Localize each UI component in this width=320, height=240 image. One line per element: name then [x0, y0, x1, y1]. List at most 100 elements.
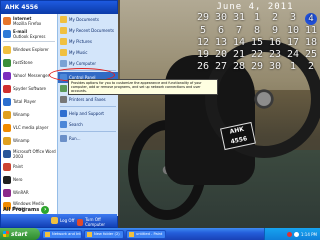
all-programs-button[interactable]: All Programs › — [3, 206, 50, 214]
place-item-label: Help and Support — [69, 111, 104, 116]
recent-program-item[interactable]: Winamp — [1, 134, 57, 147]
calendar-day: 31 — [232, 12, 246, 23]
calendar-day: 5 — [199, 25, 207, 36]
calendar-day: 4 — [305, 13, 317, 25]
pinned-item[interactable]: E-mail Outlook Express — [1, 27, 57, 40]
recent-program-item[interactable]: WinRAR — [1, 186, 57, 199]
calendar-gadget: June 4, 2011 29 30 31 1 2 3 4 5 6 7 8 9 10 11 12 13 14 15… — [190, 2, 320, 72]
pinned-item[interactable]: Internet Mozilla Firefox — [1, 14, 57, 27]
nero-icon — [3, 175, 11, 184]
windows-logo-icon — [3, 231, 9, 237]
recent-program-item[interactable]: Paint — [1, 160, 57, 173]
place-item-label: Printers and Faxes — [69, 97, 106, 102]
recent-program-item[interactable]: Total Player — [1, 95, 57, 108]
taskbar-button-label: Network and Internet... — [52, 232, 81, 236]
start-menu-footer: Log Off Turn Off Computer — [1, 214, 117, 227]
recent-program-label: Winamp — [13, 138, 30, 143]
calendar-day: 11 — [304, 25, 318, 36]
log-off-button[interactable]: Log Off — [51, 217, 74, 224]
run-icon — [60, 135, 67, 142]
calendar-day: 13 — [214, 37, 228, 48]
calendar-day: 25 — [304, 49, 318, 60]
control-panel-tooltip: Provides options for you to customize th… — [68, 79, 218, 95]
place-item-label: My Computer — [69, 61, 96, 66]
turn-off-button[interactable]: Turn Off Computer — [77, 217, 117, 227]
calendar-day: 1 — [253, 12, 261, 23]
recent-program-label: Winamp — [13, 112, 30, 117]
recent-program-item[interactable]: Windows Explorer — [1, 43, 57, 56]
place-item[interactable]: My Music — [58, 47, 118, 58]
place-item[interactable]: Help and Support — [58, 108, 118, 119]
pinned-item-label: Internet Mozilla Firefox — [13, 16, 41, 26]
taskbar: start Network and Internet... New folder … — [0, 228, 320, 240]
recent-programs: Windows Explorer FastStone Yahoo! Messenge… — [1, 43, 57, 212]
word-icon — [3, 149, 11, 158]
pinned-programs: Internet Mozilla Firefox E-mail Outlook Exp… — [1, 14, 57, 40]
taskbar-button-label: untitled - Paint — [136, 232, 163, 236]
place-item[interactable]: My Pictures — [58, 36, 118, 47]
recent-program-label: Yahoo! Messenger — [13, 73, 50, 78]
place-item-label: Run... — [69, 136, 81, 141]
place-item[interactable]: Search — [58, 119, 118, 130]
start-menu-header: AHK 4556 — [1, 1, 117, 14]
place-item-label: My Pictures — [69, 39, 92, 44]
task-list: Network and Internet... New folder (2) unt… — [40, 229, 166, 239]
recent-program-label: Windows Explorer — [13, 47, 49, 52]
calendar-day: 30 — [268, 61, 282, 72]
start-label: start — [11, 230, 28, 238]
place-item-label: Search — [69, 122, 83, 127]
pinned-item-subtitle: Outlook Express — [13, 33, 46, 39]
clock: 1:14 PM — [300, 231, 317, 237]
calendar-day: 3 — [289, 12, 297, 23]
recent-program-label: Nero — [13, 177, 23, 182]
log-off-label: Log Off — [60, 218, 75, 223]
calendar-day: 20 — [214, 49, 228, 60]
window-icon — [87, 231, 92, 237]
recent-program-label: Total Player — [13, 99, 37, 104]
paint-icon — [3, 162, 11, 171]
calendar-day: 18 — [304, 37, 318, 48]
folder-icon — [60, 49, 67, 56]
defaults-icon — [60, 85, 67, 92]
calendar-grid: 29 30 31 1 2 3 4 5 6 7 8 9 10 11 12 13 14 15 16 17 18 19 20 21 2… — [194, 13, 320, 73]
taskbar-button[interactable]: Network and Internet... — [42, 229, 82, 239]
calendar-day: 12 — [196, 37, 210, 48]
pinned-item-subtitle: Mozilla Firefox — [13, 20, 42, 26]
place-item-label: My Music — [69, 50, 88, 55]
recent-program-item[interactable]: Winamp — [1, 108, 57, 121]
recent-program-item[interactable]: Microsoft Office Word 2003 — [1, 147, 57, 160]
messenger-icon — [3, 71, 11, 80]
place-item[interactable]: My Recent Documents — [58, 25, 118, 36]
place-item[interactable]: Printers and Faxes — [58, 94, 118, 105]
recent-program-item[interactable]: FastStone — [1, 56, 57, 69]
calendar-day: 28 — [232, 61, 246, 72]
calendar-day: 8 — [253, 25, 261, 36]
recent-program-item[interactable]: Spyder Software — [1, 82, 57, 95]
calendar-day: 10 — [286, 25, 300, 36]
pinned-item-label: E-mail Outlook Express — [13, 29, 45, 39]
start-button[interactable]: start — [0, 228, 40, 240]
calendar-day: 27 — [214, 61, 228, 72]
calendar-day: 7 — [235, 25, 243, 36]
taskbar-button[interactable]: untitled - Paint — [126, 229, 166, 239]
computer-icon — [60, 60, 67, 67]
winamp-icon — [3, 136, 11, 145]
taskbar-button[interactable]: New folder (2) — [84, 229, 124, 239]
network-icon[interactable] — [293, 231, 299, 237]
arrow-right-icon: › — [41, 206, 50, 214]
recent-program-label: VLC media player — [13, 125, 49, 130]
pinned-separator — [3, 41, 55, 42]
place-item[interactable]: My Documents — [58, 14, 118, 25]
place-item[interactable]: Run... — [58, 133, 118, 144]
recent-program-label: Paint — [13, 164, 23, 169]
antivirus-icon[interactable] — [286, 231, 292, 237]
place-item-label: My Recent Documents — [69, 28, 114, 33]
explorer-icon — [3, 45, 11, 54]
calendar-day: 29 — [196, 12, 210, 23]
recent-program-item[interactable]: Nero — [1, 173, 57, 186]
calendar-day: 9 — [271, 25, 279, 36]
player-icon — [3, 97, 11, 106]
recent-program-item[interactable]: VLC media player — [1, 121, 57, 134]
power-icon — [77, 218, 84, 226]
places-separator — [60, 131, 116, 132]
